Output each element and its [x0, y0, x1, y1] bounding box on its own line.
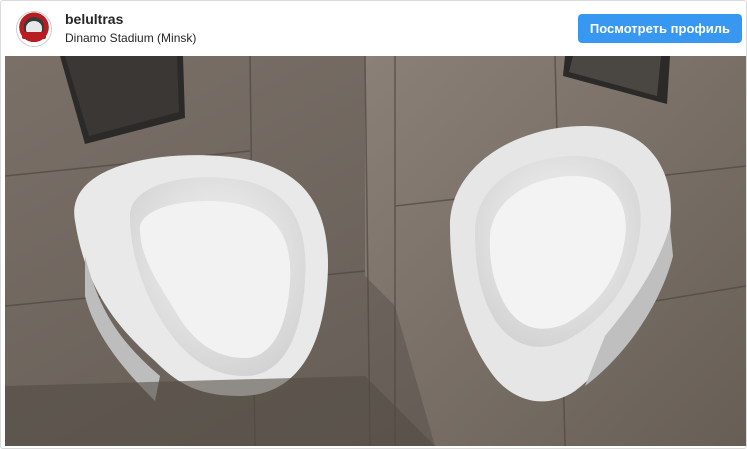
belultras-logo-icon	[22, 31, 46, 39]
location-link[interactable]: Dinamo Stadium (Minsk)	[65, 30, 196, 46]
post-photo[interactable]	[5, 56, 746, 446]
view-profile-button[interactable]: Посмотреть профиль	[577, 14, 742, 43]
post-header: belultras Dinamo Stadium (Minsk) Посмотр…	[1, 1, 746, 56]
instagram-embed: belultras Dinamo Stadium (Minsk) Посмотр…	[0, 0, 747, 449]
username-link[interactable]: belultras	[65, 11, 196, 28]
post-meta: belultras Dinamo Stadium (Minsk)	[65, 11, 196, 46]
profile-avatar[interactable]	[17, 11, 51, 46]
